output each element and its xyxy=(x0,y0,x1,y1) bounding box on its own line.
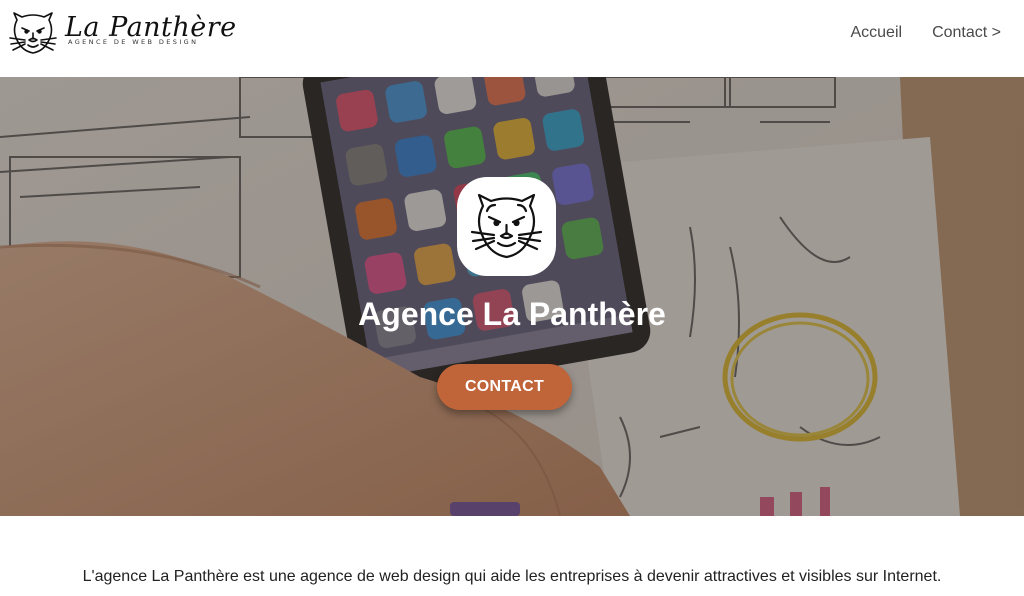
hero-title: Agence La Panthère xyxy=(358,296,666,332)
nav-link-contact[interactable]: Contact > xyxy=(932,24,1001,42)
panther-head-icon xyxy=(470,193,543,259)
hero-logo-badge xyxy=(457,177,556,276)
brand-tagline: AGENCE DE WEB DESIGN xyxy=(68,38,199,46)
contact-cta-button[interactable]: Contact xyxy=(437,364,572,410)
site-header: La Panthère AGENCE DE WEB DESIGN Accueil… xyxy=(0,0,1024,77)
brand-logo-link[interactable]: La Panthère AGENCE DE WEB DESIGN xyxy=(8,10,238,56)
intro-paragraph: L'agence La Panthère est une agence de w… xyxy=(82,568,942,585)
main-nav: Accueil Contact > xyxy=(850,24,1001,42)
hero-section: Agence La Panthère Contact xyxy=(0,77,1024,516)
nav-link-accueil[interactable]: Accueil xyxy=(850,24,902,42)
panther-head-icon xyxy=(9,12,57,54)
